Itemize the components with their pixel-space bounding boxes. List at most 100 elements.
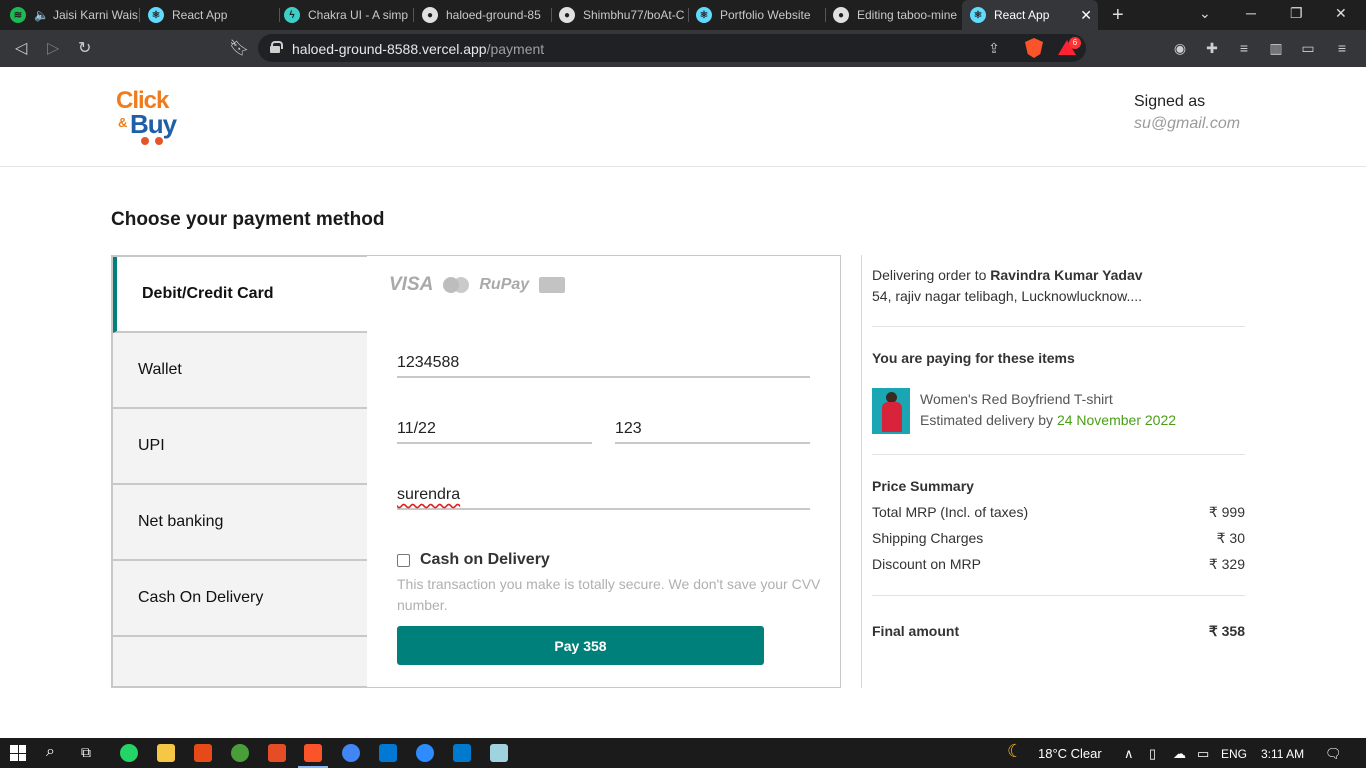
vscode-icon[interactable] (453, 744, 471, 762)
share-icon[interactable]: ⇪ (986, 40, 1002, 56)
new-tab-icon[interactable]: + (1112, 4, 1124, 27)
card-brands: VISA RuPay (389, 274, 566, 296)
card-form: VISA RuPay 1234588 11/22 123 surendra Ca… (367, 255, 841, 688)
tab-spotify[interactable]: ≋ 🔈 Jaisi Karni Wais (10, 0, 140, 30)
tab-search-icon[interactable]: ⌄ (1199, 5, 1211, 22)
slack-icon[interactable] (231, 744, 249, 762)
forward-icon[interactable]: ▷ (47, 38, 59, 58)
minimize-icon[interactable]: ─ (1246, 5, 1256, 21)
price-summary-heading: Price Summary (872, 478, 974, 494)
signed-as-label: Signed as (1134, 93, 1206, 110)
spotify-icon: ≋ (10, 7, 26, 23)
clock[interactable]: 3:11 AM (1261, 747, 1304, 761)
price-row-shipping: Shipping Charges ₹ 30 (872, 530, 1245, 546)
vpn-icon[interactable]: ◉ (1172, 40, 1188, 56)
weather-text[interactable]: 18°C Clear (1038, 746, 1102, 761)
file-explorer-icon[interactable] (157, 744, 175, 762)
url-text[interactable]: haloed-ground-8588.vercel.app/payment (292, 41, 544, 57)
divider (872, 454, 1245, 455)
divider (872, 595, 1245, 596)
final-amount-row: Final amount ₹ 358 (872, 623, 1245, 639)
github-icon: ● (833, 7, 849, 23)
moon-weather-icon: ☾ (1007, 741, 1024, 761)
search-icon[interactable]: ⌕ (46, 743, 55, 761)
estimated-delivery: Estimated delivery by 24 November 2022 (920, 412, 1177, 428)
product-thumbnail[interactable] (872, 388, 910, 434)
user-email: su@gmail.com (1134, 115, 1241, 132)
notifications-icon[interactable]: 🗨︎ (1325, 746, 1342, 762)
site-header: Click & Buy Signed as su@gmail.com (0, 67, 1366, 167)
payment-method-list: Debit/Credit Card Wallet UPI Net banking… (111, 255, 367, 688)
method-wallet[interactable]: Wallet (113, 333, 367, 409)
windows-start-icon[interactable] (10, 745, 26, 761)
close-tab-icon[interactable]: ✕ (1080, 7, 1092, 24)
network-icon[interactable]: ☁ (1173, 746, 1186, 762)
address-toolbar: ◁ ▷ ↻ 🔖︎ haloed-ground-8588.vercel.app/p… (0, 30, 1366, 67)
react-icon: ⚛ (696, 7, 712, 23)
sidebar-icon[interactable]: ▥ (1268, 40, 1284, 56)
office-icon[interactable] (194, 744, 212, 762)
tab-github-editing[interactable]: ● Editing taboo-mine (833, 0, 959, 30)
github-icon: ● (559, 7, 575, 23)
item-name: Women's Red Boyfriend T-shirt (920, 391, 1113, 407)
usb-icon[interactable]: ▯ (1149, 746, 1156, 762)
close-window-icon[interactable]: ✕ (1335, 5, 1347, 22)
pay-button[interactable]: Pay 358 (397, 626, 764, 665)
language-indicator[interactable]: ENG (1221, 747, 1247, 761)
tab-portfolio[interactable]: ⚛ Portfolio Website (696, 0, 826, 30)
payment-page: Click & Buy Signed as su@gmail.com Choos… (0, 67, 1366, 738)
tab-chakra[interactable]: ϟ Chakra UI - A simp (284, 0, 414, 30)
card-number-input[interactable]: 1234588 (397, 354, 810, 378)
notepad-icon[interactable] (490, 744, 508, 762)
method-debit-credit-card[interactable]: Debit/Credit Card (113, 257, 367, 333)
divider (872, 326, 1245, 327)
tab-github-boat[interactable]: ● Shimbhu77/boAt-C (559, 0, 689, 30)
windows-taskbar: ⌕ ⧉ ☾ 18°C Clear ∧ ▯ ☁ ▭ ENG 3:11 AM 🗨︎ (0, 738, 1366, 768)
page-title: Choose your payment method (111, 209, 385, 230)
task-view-icon[interactable]: ⧉ (81, 744, 91, 761)
mastercard-icon (443, 277, 470, 293)
amex-icon (539, 277, 566, 293)
app-icon[interactable] (268, 744, 286, 762)
method-upi[interactable]: UPI (113, 409, 367, 485)
lock-icon (270, 41, 283, 53)
expiry-input[interactable]: 11/22 (397, 420, 592, 444)
extensions-icon[interactable]: ✚ (1204, 40, 1220, 56)
wallet-icon[interactable]: ▭ (1300, 40, 1316, 56)
address-bar[interactable]: haloed-ground-8588.vercel.app/payment ⇪ (258, 34, 1086, 62)
tray-chevron-icon[interactable]: ∧ (1124, 746, 1134, 762)
browser-tab-bar: ≋ 🔈 Jaisi Karni Wais ⚛ React App ϟ Chakr… (0, 0, 1366, 30)
method-net-banking[interactable]: Net banking (113, 485, 367, 561)
zoom-icon[interactable] (416, 744, 434, 762)
restore-icon[interactable]: ❐ (1290, 5, 1303, 22)
store-icon[interactable] (379, 744, 397, 762)
tab-react-app-active[interactable]: ⚛ React App ✕ (962, 0, 1098, 30)
cardholder-name-input[interactable]: surendra (397, 486, 810, 510)
reload-icon[interactable]: ↻ (78, 38, 91, 58)
rewards-badge: 6 (1069, 37, 1081, 49)
cvv-input[interactable]: 123 (615, 420, 810, 444)
react-icon: ⚛ (970, 7, 986, 23)
bookmark-icon[interactable]: 🔖︎ (229, 38, 249, 58)
brave-icon[interactable] (304, 744, 322, 762)
back-icon[interactable]: ◁ (15, 38, 27, 58)
tab-github-haloed[interactable]: ● haloed-ground-85 (422, 0, 552, 30)
delivery-address: 54, rajiv nagar telibagh, Lucknowlucknow… (872, 288, 1143, 304)
chakra-icon: ϟ (284, 7, 300, 23)
menu-icon[interactable]: ≡ (1334, 40, 1350, 56)
cod-option: Cash on Delivery (397, 551, 550, 569)
price-row-discount: Discount on MRP ₹ 329 (872, 556, 1245, 572)
battery-icon[interactable]: ▭ (1197, 746, 1209, 762)
playlist-icon[interactable]: ≡ (1236, 40, 1252, 56)
whatsapp-icon[interactable] (120, 744, 138, 762)
cart-wheel-icon (155, 137, 163, 145)
cart-wheel-icon (141, 137, 149, 145)
secure-note: This transaction you make is totally sec… (397, 576, 821, 613)
tab-react-app-1[interactable]: ⚛ React App (148, 0, 280, 30)
github-icon: ● (422, 7, 438, 23)
click-and-buy-logo[interactable]: Click & Buy (116, 87, 186, 149)
items-heading: You are paying for these items (872, 350, 1075, 366)
chrome-icon[interactable] (342, 744, 360, 762)
method-cash-on-delivery[interactable]: Cash On Delivery (113, 561, 367, 637)
cod-checkbox[interactable] (397, 553, 410, 567)
